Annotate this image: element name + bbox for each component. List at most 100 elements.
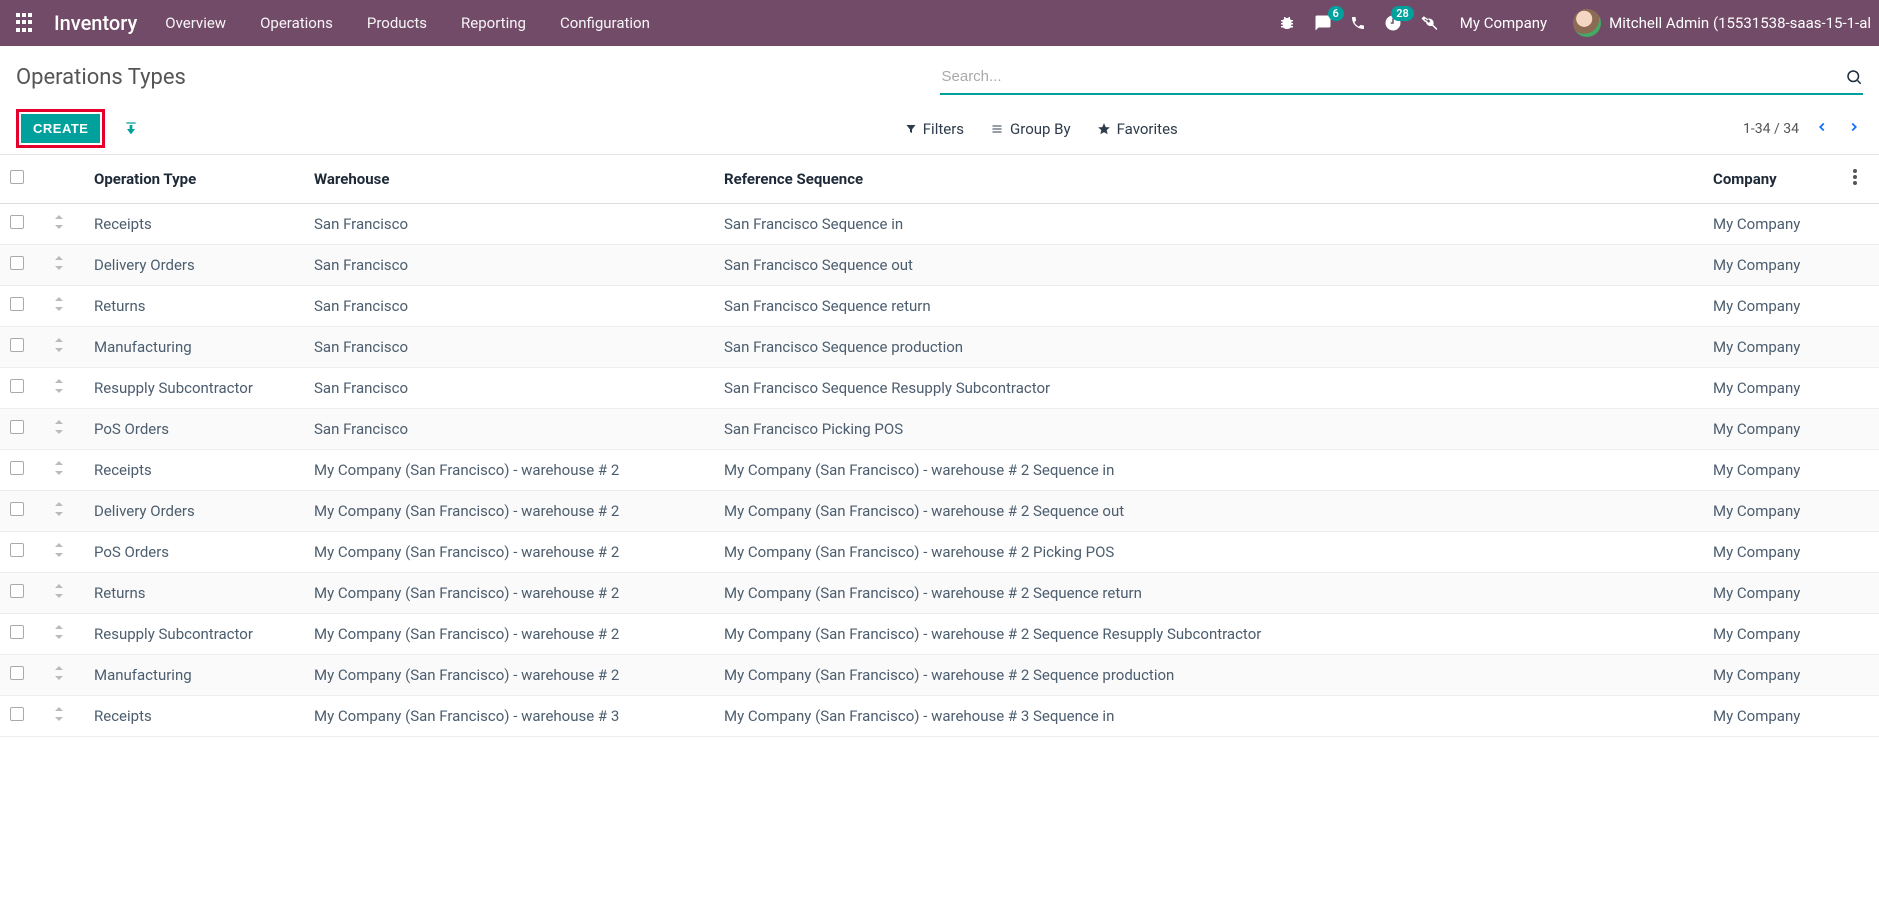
user-menu[interactable]: Mitchell Admin (15531538-saas-15-1-al xyxy=(1573,9,1871,37)
favorites-button[interactable]: Favorites xyxy=(1097,120,1178,138)
drag-handle-icon[interactable] xyxy=(54,420,64,438)
company-selector[interactable]: My Company xyxy=(1460,14,1547,32)
discuss-button[interactable]: 6 xyxy=(1314,14,1332,32)
col-reference-seq[interactable]: Reference Sequence xyxy=(714,155,1703,204)
row-checkbox[interactable] xyxy=(10,215,24,229)
cell-company: My Company xyxy=(1703,450,1843,491)
menu-operations[interactable]: Operations xyxy=(260,14,333,32)
menu-overview[interactable]: Overview xyxy=(165,14,226,32)
cell-reference-seq: My Company (San Francisco) - warehouse #… xyxy=(714,696,1703,737)
row-checkbox[interactable] xyxy=(10,461,24,475)
row-checkbox[interactable] xyxy=(10,256,24,270)
cell-company: My Company xyxy=(1703,655,1843,696)
cell-reference-seq: My Company (San Francisco) - warehouse #… xyxy=(714,450,1703,491)
cell-operation-type: Delivery Orders xyxy=(84,245,304,286)
table-row[interactable]: Resupply SubcontractorMy Company (San Fr… xyxy=(0,614,1879,655)
columns-menu-icon[interactable] xyxy=(1853,171,1857,189)
col-company[interactable]: Company xyxy=(1703,155,1843,204)
bug-icon[interactable] xyxy=(1278,14,1296,32)
menu-reporting[interactable]: Reporting xyxy=(461,14,526,32)
row-checkbox[interactable] xyxy=(10,707,24,721)
row-checkbox[interactable] xyxy=(10,379,24,393)
table-row[interactable]: ReceiptsMy Company (San Francisco) - war… xyxy=(0,696,1879,737)
row-checkbox[interactable] xyxy=(10,666,24,680)
search-icon[interactable] xyxy=(1845,68,1863,86)
drag-handle-icon[interactable] xyxy=(54,666,64,684)
cell-company: My Company xyxy=(1703,696,1843,737)
cell-warehouse: San Francisco xyxy=(304,286,714,327)
cell-company: My Company xyxy=(1703,573,1843,614)
row-checkbox[interactable] xyxy=(10,584,24,598)
cell-warehouse: My Company (San Francisco) - warehouse #… xyxy=(304,450,714,491)
select-all-checkbox[interactable] xyxy=(10,170,24,184)
systray: 6 28 My Company Mitchell Admin (15531538… xyxy=(1278,9,1871,37)
pager-prev[interactable] xyxy=(1813,120,1831,138)
cell-company: My Company xyxy=(1703,204,1843,245)
drag-handle-icon[interactable] xyxy=(54,584,64,602)
drag-handle-icon[interactable] xyxy=(54,379,64,397)
table-row[interactable]: ManufacturingMy Company (San Francisco) … xyxy=(0,655,1879,696)
table-row[interactable]: ReturnsSan FranciscoSan Francisco Sequen… xyxy=(0,286,1879,327)
col-warehouse[interactable]: Warehouse xyxy=(304,155,714,204)
chat-badge: 6 xyxy=(1328,6,1344,21)
cell-warehouse: My Company (San Francisco) - warehouse #… xyxy=(304,491,714,532)
search-input[interactable] xyxy=(940,62,1846,91)
row-checkbox[interactable] xyxy=(10,502,24,516)
filter-icon xyxy=(905,123,917,135)
table-row[interactable]: ReturnsMy Company (San Francisco) - ware… xyxy=(0,573,1879,614)
export-icon[interactable] xyxy=(123,121,139,137)
drag-handle-icon[interactable] xyxy=(54,215,64,233)
cell-company: My Company xyxy=(1703,286,1843,327)
cell-operation-type: Returns xyxy=(84,286,304,327)
cell-reference-seq: San Francisco Sequence out xyxy=(714,245,1703,286)
drag-handle-icon[interactable] xyxy=(54,256,64,274)
table-row[interactable]: ReceiptsMy Company (San Francisco) - war… xyxy=(0,450,1879,491)
table-row[interactable]: Resupply SubcontractorSan FranciscoSan F… xyxy=(0,368,1879,409)
row-checkbox[interactable] xyxy=(10,543,24,557)
table-row[interactable]: PoS OrdersSan FranciscoSan Francisco Pic… xyxy=(0,409,1879,450)
cell-warehouse: San Francisco xyxy=(304,245,714,286)
search-bar[interactable] xyxy=(940,60,1864,95)
control-panel: Operations Types CREATE Filters Group B xyxy=(0,46,1879,155)
drag-handle-icon[interactable] xyxy=(54,461,64,479)
drag-handle-icon[interactable] xyxy=(54,297,64,315)
table-row[interactable]: ReceiptsSan FranciscoSan Francisco Seque… xyxy=(0,204,1879,245)
row-checkbox[interactable] xyxy=(10,420,24,434)
row-checkbox[interactable] xyxy=(10,297,24,311)
menu-products[interactable]: Products xyxy=(367,14,427,32)
group-by-button[interactable]: Group By xyxy=(990,120,1071,138)
apps-icon[interactable] xyxy=(16,13,36,33)
phone-icon[interactable] xyxy=(1350,15,1366,31)
row-checkbox[interactable] xyxy=(10,338,24,352)
cell-reference-seq: My Company (San Francisco) - warehouse #… xyxy=(714,655,1703,696)
cell-company: My Company xyxy=(1703,368,1843,409)
menu-configuration[interactable]: Configuration xyxy=(560,14,650,32)
cell-operation-type: PoS Orders xyxy=(84,532,304,573)
cell-reference-seq: My Company (San Francisco) - warehouse #… xyxy=(714,491,1703,532)
activity-button[interactable]: 28 xyxy=(1384,14,1402,32)
drag-handle-icon[interactable] xyxy=(54,338,64,356)
table-row[interactable]: Delivery OrdersMy Company (San Francisco… xyxy=(0,491,1879,532)
table-row[interactable]: ManufacturingSan FranciscoSan Francisco … xyxy=(0,327,1879,368)
cell-warehouse: My Company (San Francisco) - warehouse #… xyxy=(304,614,714,655)
cell-warehouse: My Company (San Francisco) - warehouse #… xyxy=(304,696,714,737)
cell-company: My Company xyxy=(1703,491,1843,532)
drag-handle-icon[interactable] xyxy=(54,502,64,520)
table-row[interactable]: PoS OrdersMy Company (San Francisco) - w… xyxy=(0,532,1879,573)
group-icon xyxy=(990,123,1004,135)
cell-warehouse: San Francisco xyxy=(304,204,714,245)
cell-warehouse: San Francisco xyxy=(304,327,714,368)
table-row[interactable]: Delivery OrdersSan FranciscoSan Francisc… xyxy=(0,245,1879,286)
row-checkbox[interactable] xyxy=(10,625,24,639)
app-brand[interactable]: Inventory xyxy=(54,11,137,35)
cell-operation-type: Delivery Orders xyxy=(84,491,304,532)
drag-handle-icon[interactable] xyxy=(54,707,64,725)
create-button[interactable]: CREATE xyxy=(21,114,100,143)
drag-handle-icon[interactable] xyxy=(54,625,64,643)
col-operation-type[interactable]: Operation Type xyxy=(84,155,304,204)
tools-icon[interactable] xyxy=(1420,14,1438,32)
pager[interactable]: 1-34 / 34 xyxy=(1743,121,1799,137)
filters-button[interactable]: Filters xyxy=(905,120,964,138)
drag-handle-icon[interactable] xyxy=(54,543,64,561)
pager-next[interactable] xyxy=(1845,120,1863,138)
